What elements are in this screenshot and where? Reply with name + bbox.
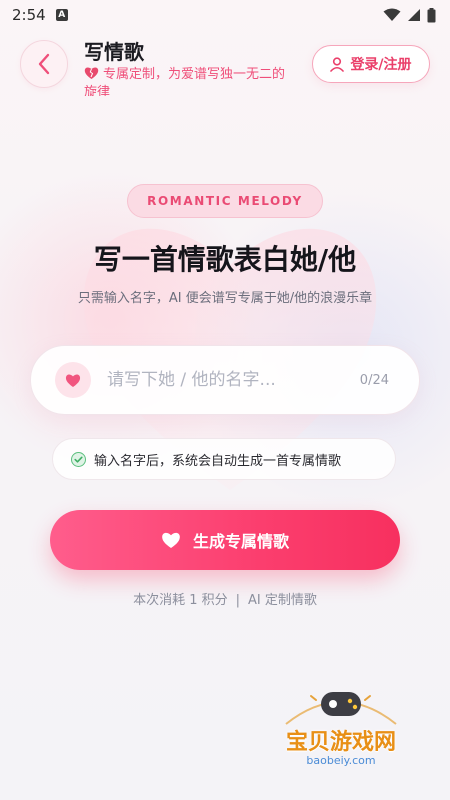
- login-label: 登录/注册: [350, 57, 412, 73]
- wifi-icon: [383, 8, 401, 21]
- watermark-url: baobeiy.com: [306, 754, 376, 767]
- hero-title: 写一首情歌表白她/他: [93, 243, 357, 276]
- heart-icon: [162, 532, 180, 548]
- check-circle-icon: [71, 451, 86, 467]
- notification-a-icon: A: [55, 9, 68, 21]
- cost-type: AI 定制情歌: [248, 593, 317, 608]
- char-counter: 0/24: [359, 372, 389, 388]
- status-bar: 2:54 A: [0, 0, 450, 30]
- page-title: 写情歌: [84, 40, 144, 64]
- app-header: 写情歌 专属定制，为爱谱写独一无二的旋律 登录/注册: [0, 36, 450, 106]
- generate-song-button[interactable]: 生成专属情歌: [50, 510, 400, 570]
- status-time: 2:54: [12, 6, 46, 24]
- watermark-text: 宝贝游戏网: [285, 730, 396, 755]
- watermark: 宝贝游戏网 baobeiy.com: [266, 682, 416, 782]
- status-icons: [383, 7, 436, 23]
- hint-text: 输入名字后，系统会自动生成一首专属情歌: [94, 453, 342, 469]
- cell-signal-icon: [408, 9, 420, 21]
- romantic-melody-tag: ROMANTIC MELODY: [127, 184, 323, 218]
- user-icon: [330, 56, 345, 72]
- back-button[interactable]: [20, 40, 68, 88]
- name-input-card[interactable]: 0/24: [30, 345, 420, 415]
- login-register-button[interactable]: 登录/注册: [312, 45, 430, 83]
- cost-info: 本次消耗 1 积分 | AI 定制情歌: [0, 589, 450, 608]
- name-input[interactable]: [107, 360, 360, 400]
- page-subtitle: 专属定制，为爱谱写独一无二的旋律: [84, 66, 289, 96]
- auto-generate-hint: 输入名字后，系统会自动生成一首专属情歌: [52, 438, 396, 480]
- chevron-left-icon: [38, 53, 50, 75]
- cost-credits: 本次消耗 1 积分: [133, 593, 228, 608]
- cost-separator: |: [235, 593, 241, 608]
- generate-label: 生成专属情歌: [192, 532, 289, 551]
- subtitle-text: 专属定制，为爱谱写独一无二的旋律: [84, 67, 286, 96]
- hero-description: 只需输入名字，AI 便会谱写专属于她/他的浪漫乐章: [77, 291, 373, 306]
- broken-heart-icon: [84, 67, 99, 79]
- battery-icon: [427, 7, 436, 22]
- heart-icon: [55, 362, 91, 398]
